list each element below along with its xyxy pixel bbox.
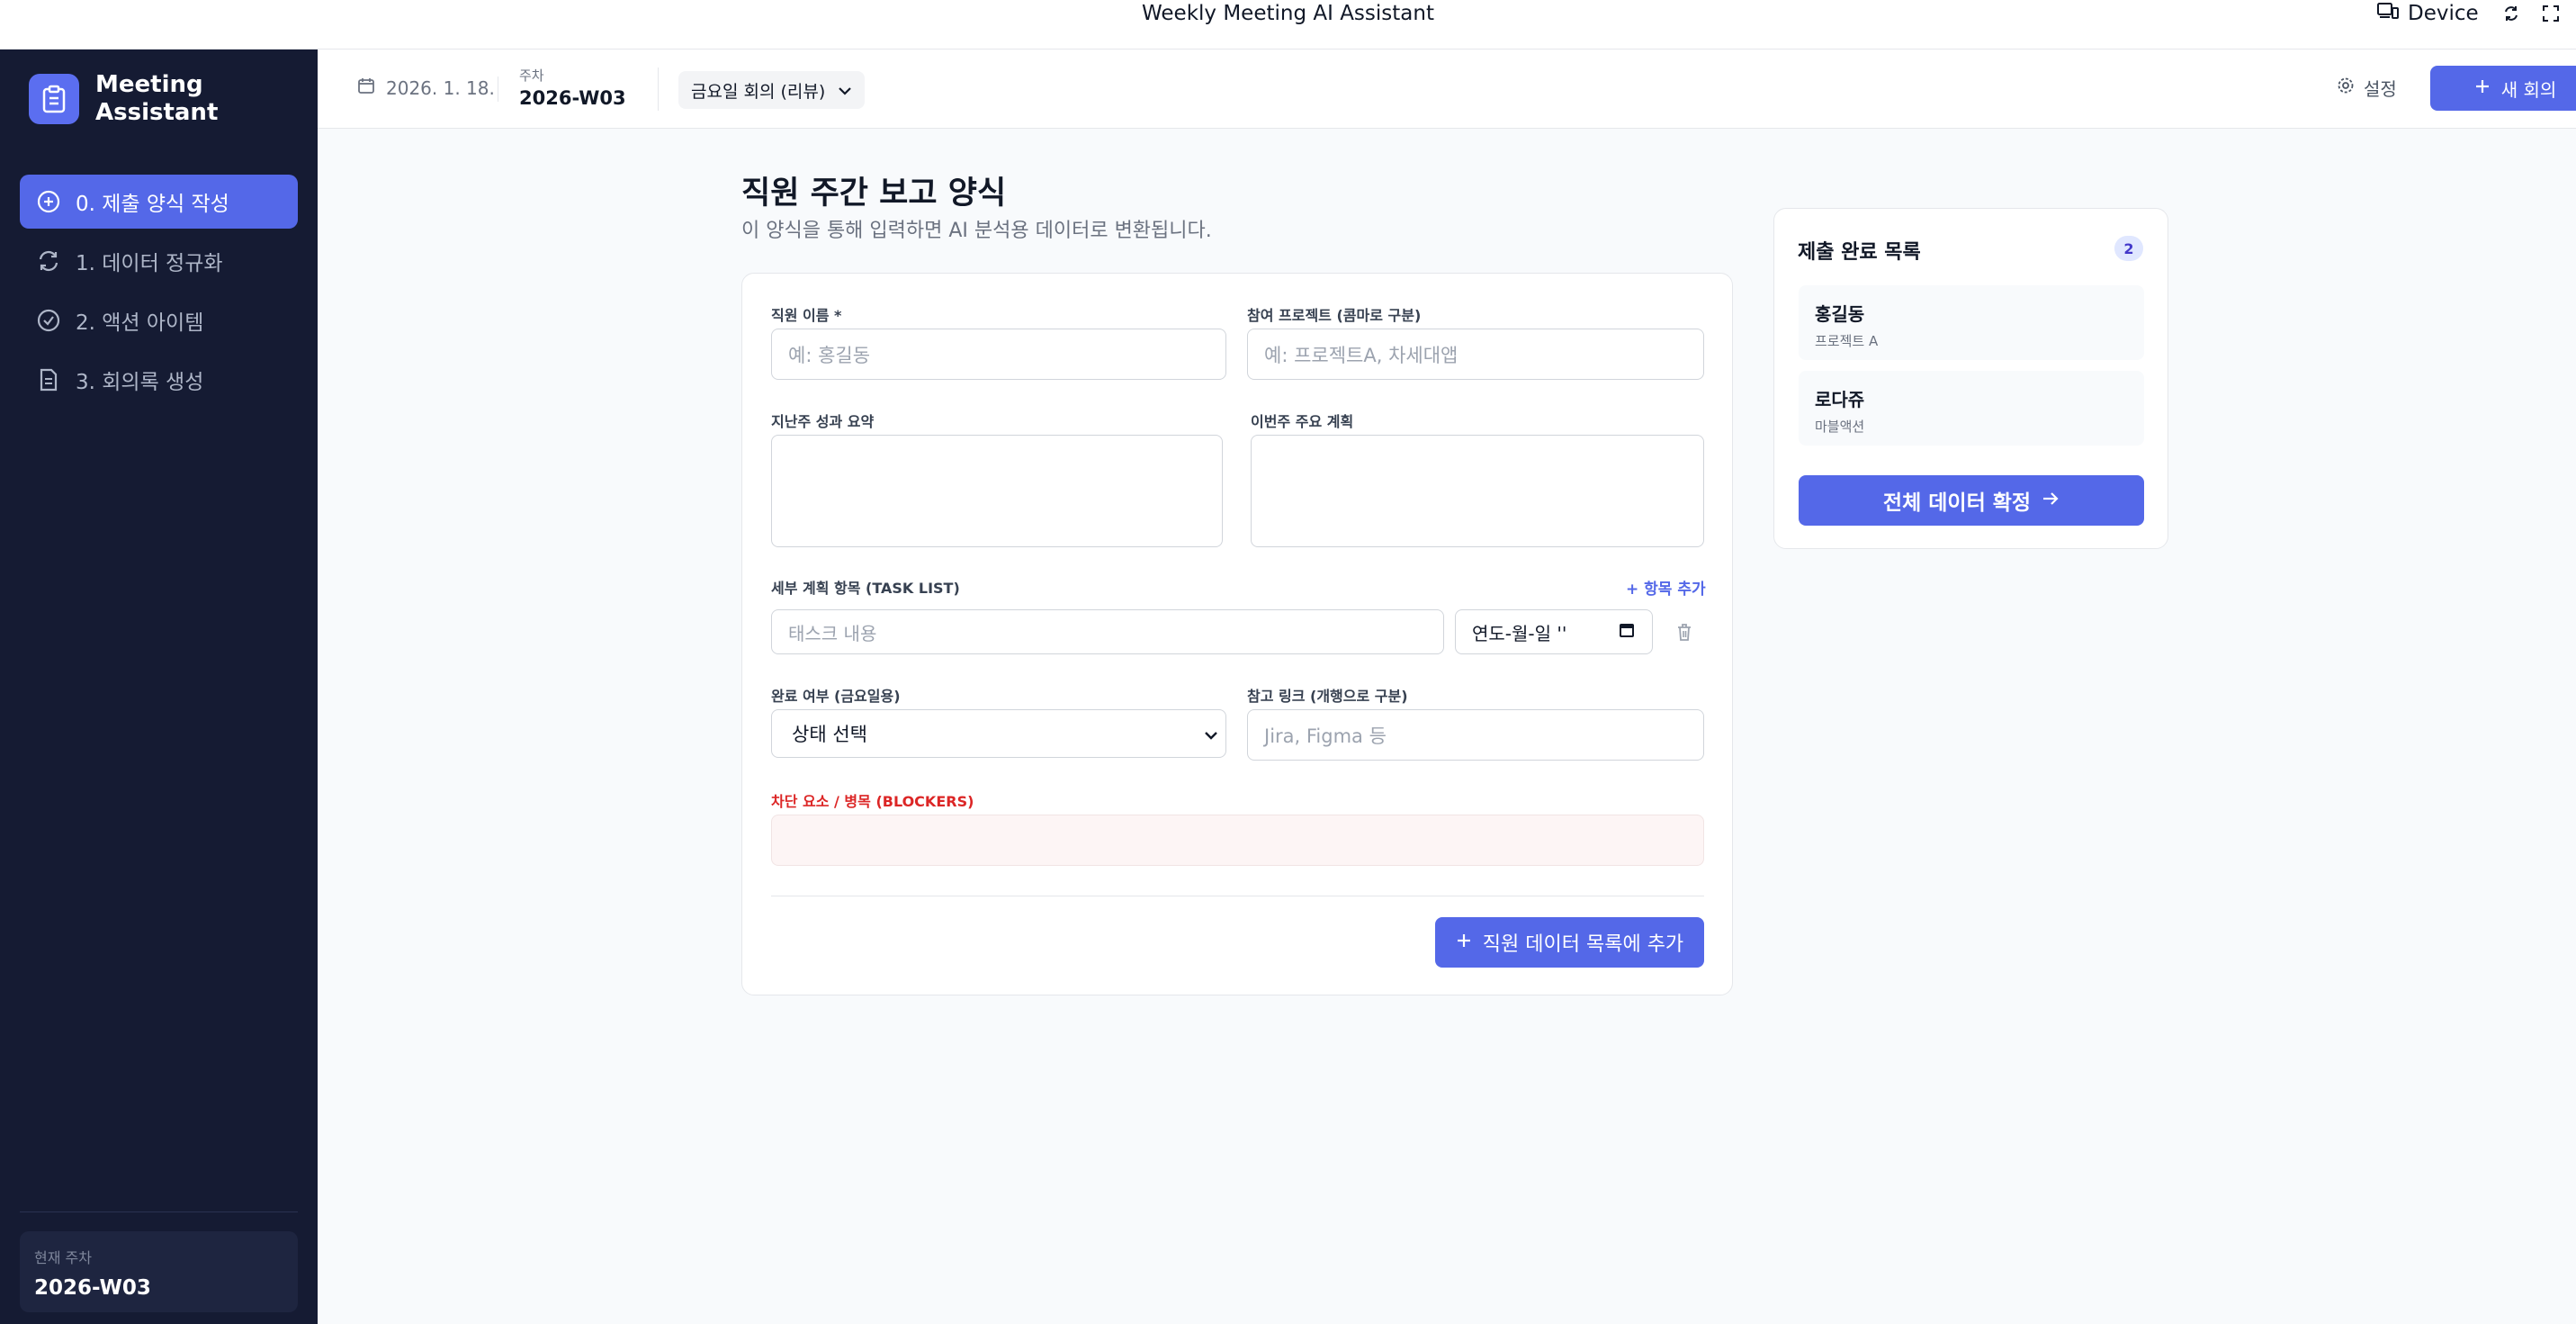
- sidebar-item-label: 0. 제출 양식 작성: [76, 193, 229, 216]
- window-titlebar: Weekly Meeting AI Assistant Device: [0, 0, 2576, 50]
- employee-name: 홍길동: [1815, 303, 1865, 325]
- sidebar-item-normalize[interactable]: 1. 데이터 정규화: [20, 234, 298, 288]
- device-label: Device: [2408, 2, 2479, 25]
- device-toggle[interactable]: Device: [2377, 0, 2479, 27]
- new-meeting-button[interactable]: 새 회의: [2430, 66, 2576, 111]
- submitted-list-card: 제출 완료 목록 2 홍길동 프로젝트 A 로다쥬 마블액션 전체 데이터 확정: [1773, 208, 2168, 549]
- submitted-count-badge: 2: [2114, 236, 2143, 261]
- header-week: 주차 2026-W03: [519, 66, 626, 109]
- settings-button[interactable]: 설정: [2337, 75, 2397, 101]
- calendar-icon: [1618, 621, 1636, 644]
- add-employee-button[interactable]: 직원 데이터 목록에 추가: [1435, 917, 1704, 968]
- page-subtitle: 이 양식을 통해 입력하면 AI 분석용 데이터로 변환됩니다.: [741, 220, 1212, 242]
- settings-label: 설정: [2364, 78, 2397, 100]
- check-circle-icon: [36, 308, 61, 333]
- meeting-type-select[interactable]: 금요일 회의 (리뷰): [678, 71, 866, 109]
- blockers-input[interactable]: [771, 815, 1704, 866]
- plus-circle-icon: [36, 189, 61, 214]
- header-week-label: 주차: [519, 68, 544, 84]
- calendar-icon: [357, 77, 375, 99]
- top-header: 2026. 1. 18. 주차 2026-W03 금요일 회의 (리뷰) 설정 …: [318, 50, 2576, 129]
- add-task-button[interactable]: + 항목 추가: [1626, 576, 1706, 599]
- meeting-type-value: 금요일 회의 (리뷰): [691, 81, 826, 102]
- current-week-box: 현재 주차 2026-W03: [20, 1231, 298, 1312]
- current-week-value: 2026-W03: [34, 1276, 151, 1300]
- task-list-label: 세부 계획 항목 (TASK LIST): [771, 580, 960, 597]
- sidebar-item-label: 3. 회의록 생성: [76, 371, 204, 394]
- device-icon: [2377, 0, 2399, 27]
- task-input[interactable]: 태스크 내용: [771, 609, 1444, 654]
- sidebar: Meeting Assistant 0. 제출 양식 작성 1. 데이터 정규화…: [0, 50, 318, 1324]
- employee-project: 프로젝트 A: [1815, 333, 1879, 349]
- confirm-all-label: 전체 데이터 확정: [1882, 491, 2032, 515]
- sidebar-item-form[interactable]: 0. 제출 양식 작성: [20, 175, 298, 229]
- project-input[interactable]: 예: 프로젝트A, 차세대앱: [1247, 329, 1704, 380]
- this-week-textarea[interactable]: [1251, 435, 1704, 547]
- header-date-text: 2026. 1. 18.: [386, 77, 495, 99]
- document-icon: [36, 367, 61, 392]
- chevron-down-icon: [838, 80, 852, 100]
- last-week-textarea[interactable]: [771, 435, 1223, 547]
- refresh-icon: [36, 248, 61, 274]
- arrow-right-icon: [2042, 489, 2060, 512]
- task-date-value: 연도-월-일 '': [1472, 622, 1567, 644]
- header-divider: [658, 68, 659, 111]
- chevron-down-icon: [1204, 723, 1218, 744]
- add-employee-label: 직원 데이터 목록에 추가: [1482, 933, 1684, 956]
- status-select[interactable]: 상태 선택: [771, 709, 1226, 758]
- clipboard-icon: [29, 74, 79, 124]
- name-input[interactable]: 예: 홍길동: [771, 329, 1226, 380]
- list-item[interactable]: 로다쥬 마블액션: [1799, 371, 2144, 446]
- sidebar-divider: [20, 1211, 298, 1212]
- page-title: 직원 주간 보고 양식: [741, 176, 1007, 212]
- rotate-icon[interactable]: [2501, 4, 2521, 23]
- submitted-title: 제출 완료 목록: [1798, 241, 1921, 264]
- project-label: 참여 프로젝트 (콤마로 구분): [1247, 307, 1422, 324]
- last-week-label: 지난주 성과 요약: [771, 413, 875, 430]
- brand-name: Meeting Assistant: [95, 71, 219, 126]
- header-date[interactable]: 2026. 1. 18.: [357, 77, 495, 99]
- trash-icon[interactable]: [1674, 621, 1695, 643]
- header-week-value: 2026-W03: [519, 87, 626, 109]
- employee-project: 마블액션: [1815, 419, 1865, 435]
- status-select-value: 상태 선택: [792, 724, 867, 745]
- report-form-card: 직원 이름 * 예: 홍길동 참여 프로젝트 (콤마로 구분) 예: 프로젝트A…: [741, 273, 1733, 995]
- blockers-label: 차단 요소 / 병목 (BLOCKERS): [771, 793, 974, 810]
- current-week-label: 현재 주차: [34, 1249, 92, 1266]
- fullscreen-icon[interactable]: [2541, 4, 2561, 23]
- employee-name: 로다쥬: [1815, 389, 1865, 410]
- confirm-all-button[interactable]: 전체 데이터 확정: [1799, 475, 2144, 526]
- sidebar-item-actions[interactable]: 2. 액션 아이템: [20, 293, 298, 347]
- plus-icon: [1456, 932, 1472, 954]
- window-title: Weekly Meeting AI Assistant: [1142, 2, 1434, 25]
- links-input[interactable]: Jira, Figma 등: [1247, 709, 1704, 761]
- list-item[interactable]: 홍길동 프로젝트 A: [1799, 285, 2144, 360]
- this-week-label: 이번주 주요 계획: [1251, 413, 1354, 430]
- new-meeting-label: 새 회의: [2500, 78, 2557, 101]
- status-label: 완료 여부 (금요일용): [771, 688, 901, 705]
- brand: Meeting Assistant: [29, 71, 230, 127]
- sidebar-item-minutes[interactable]: 3. 회의록 생성: [20, 353, 298, 407]
- sidebar-item-label: 1. 데이터 정규화: [76, 252, 223, 275]
- plus-icon: [2474, 77, 2491, 99]
- name-label: 직원 이름 *: [771, 307, 842, 324]
- sidebar-nav: 0. 제출 양식 작성 1. 데이터 정규화 2. 액션 아이템 3. 회의록 …: [20, 175, 298, 412]
- sidebar-item-label: 2. 액션 아이템: [76, 311, 204, 335]
- gear-icon: [2337, 77, 2355, 99]
- links-label: 참고 링크 (개행으로 구분): [1247, 688, 1408, 705]
- task-date-input[interactable]: 연도-월-일 '': [1455, 609, 1653, 654]
